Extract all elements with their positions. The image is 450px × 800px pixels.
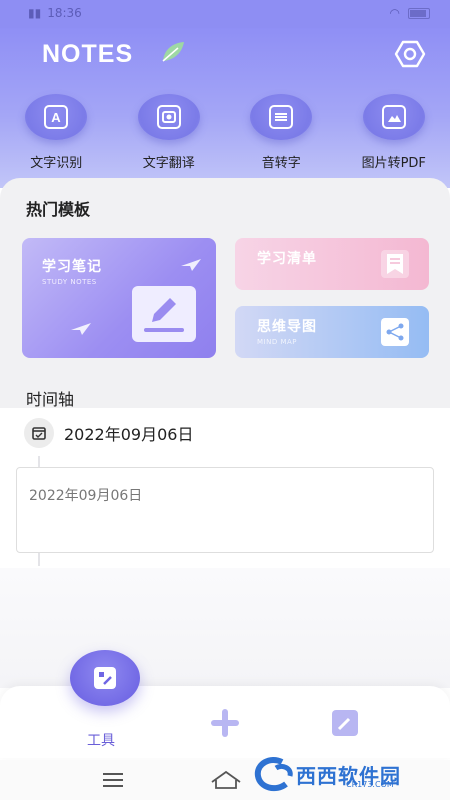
tool-image-to-pdf[interactable]: 图片转PDF — [338, 94, 450, 171]
tools-icon — [94, 667, 116, 689]
header: NOTES A 文字识别 文字翻译 音转字 图片转PDF — [0, 28, 450, 188]
leaf-icon — [162, 42, 184, 62]
watermark: 西西软件园 CR173.COM — [252, 752, 430, 796]
template-subtitle: STUDY NOTES — [42, 278, 97, 286]
timeline-title: 时间轴 — [26, 390, 75, 409]
paper-plane-icon — [71, 323, 91, 335]
tool-row: A 文字识别 文字翻译 音转字 图片转PDF — [0, 94, 450, 171]
settings-icon[interactable] — [394, 40, 426, 68]
timeline-date: 2022年09月06日 — [64, 425, 194, 444]
menu-icon[interactable] — [102, 772, 124, 788]
status-bar: ▮▮ 18:36 ◠ — [0, 0, 450, 28]
bookmark-icon — [381, 250, 409, 278]
pad-pen-icon — [132, 286, 196, 342]
watermark-sub: CR173.COM — [346, 780, 394, 789]
template-subtitle: MIND MAP — [257, 338, 298, 346]
audio-to-text-icon — [250, 94, 313, 140]
timeline-entry[interactable]: 2022年09月06日 — [16, 467, 434, 553]
template-title: 学习笔记 — [42, 259, 102, 275]
tool-label: 图片转PDF — [361, 156, 426, 171]
entry-text: 2022年09月06日 — [29, 488, 143, 504]
tool-label: 文字翻译 — [142, 156, 195, 171]
signal-icon: ▮▮ — [28, 6, 42, 20]
battery-icon — [408, 7, 430, 19]
template-title: 学习清单 — [257, 251, 317, 267]
empty-area — [0, 568, 450, 688]
template-card-mind-map[interactable]: 思维导图 MIND MAP — [235, 306, 429, 358]
plus-icon[interactable] — [208, 706, 242, 740]
tool-label: 文字识别 — [30, 156, 83, 171]
text-recognition-icon: A — [25, 94, 88, 140]
tools-nav-label: 工具 — [87, 733, 115, 749]
camera-translate-icon — [137, 94, 200, 140]
home-icon[interactable] — [210, 770, 242, 790]
tool-audio-to-text[interactable]: 音转字 — [225, 94, 338, 171]
image-to-pdf-icon — [362, 94, 425, 140]
template-title: 思维导图 — [257, 319, 317, 335]
status-time: 18:36 — [47, 6, 82, 20]
wifi-icon: ◠ — [389, 6, 400, 20]
status-left: ▮▮ 18:36 — [28, 6, 82, 20]
mind-map-icon — [381, 318, 409, 346]
template-card-study-notes[interactable]: 学习笔记 STUDY NOTES — [22, 238, 216, 358]
watermark-logo-icon — [254, 756, 293, 792]
paper-plane-icon — [181, 259, 201, 271]
tool-text-recognition[interactable]: A 文字识别 — [0, 94, 113, 171]
app-title: NOTES — [42, 40, 134, 68]
edit-note-icon[interactable] — [330, 708, 360, 738]
templates-title: 热门模板 — [26, 200, 91, 219]
status-right: ◠ — [390, 6, 430, 20]
templates-panel: 热门模板 学习笔记 STUDY NOTES 学习清单 思维导图 MIND MAP… — [0, 178, 450, 409]
tools-nav-button[interactable] — [70, 650, 140, 706]
calendar-icon — [24, 418, 54, 448]
svg-text:A: A — [52, 110, 62, 125]
tool-label: 音转字 — [261, 156, 301, 171]
tool-text-translate[interactable]: 文字翻译 — [113, 94, 226, 171]
template-card-study-list[interactable]: 学习清单 — [235, 238, 429, 290]
timeline-date-row: 2022年09月06日 — [24, 418, 193, 448]
